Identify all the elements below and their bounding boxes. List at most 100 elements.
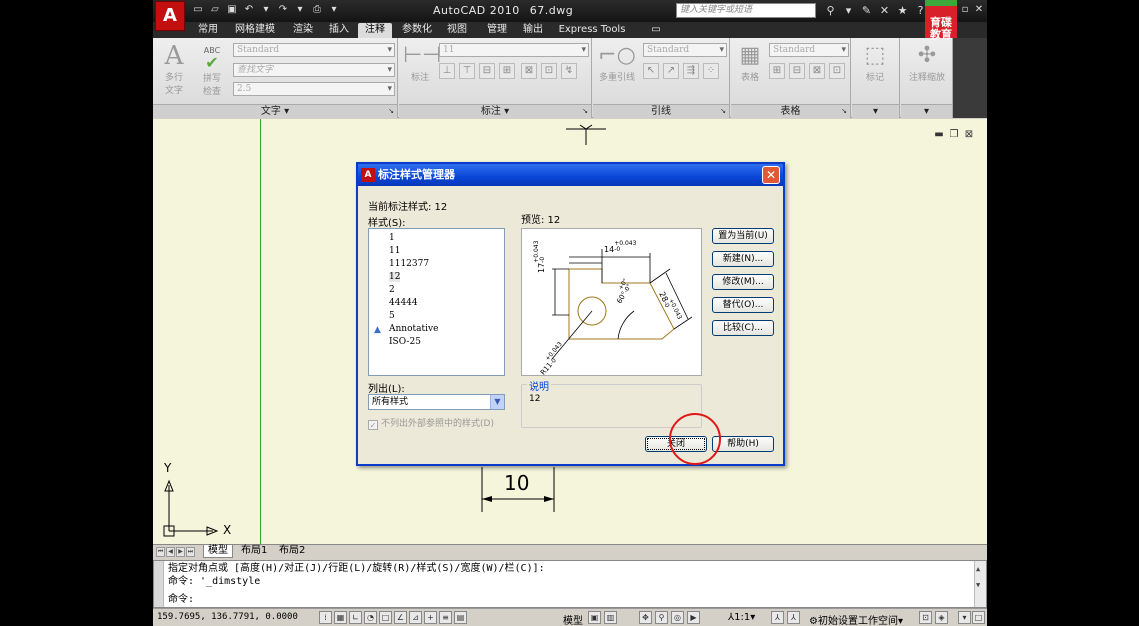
qat-dropdown-icon[interactable]: ▾ [327,3,341,17]
list-filter-select[interactable]: 所有样式 ▼ [368,394,505,410]
command-window-grip[interactable] [154,561,164,607]
prev-layout-icon[interactable]: ◀ [166,547,175,557]
dimension-button[interactable]: ⊢⊣ 标注 [403,42,441,83]
lock-icon[interactable]: ⊡ [919,611,932,624]
table-link-icon[interactable]: ⊞ [769,63,785,79]
model-space-label[interactable]: 模型 [563,612,583,626]
list-item[interactable]: 5 [389,310,504,323]
annotation-scale-button[interactable]: ✣ 注释缩放 [905,42,949,83]
lineweight-icon[interactable]: ≡ [439,611,452,624]
steering-wheel-icon[interactable]: ◎ [671,611,684,624]
list-item[interactable]: ISO-25 [389,336,504,349]
print-icon[interactable]: ⎙ [310,3,324,17]
status-menu-icon[interactable]: ▾ [958,611,971,624]
drawing-close-icon[interactable]: ⊠ [963,129,975,141]
tab-render[interactable]: 渲染 [289,23,317,38]
dialog-launcher-icon[interactable]: ↘ [388,105,394,118]
tab-view[interactable]: 视图 [443,23,471,38]
modify-style-button[interactable]: 修改(M)... [712,274,774,290]
table-style-combo[interactable]: Standard [769,43,849,57]
annotation-scaling-panel-title[interactable]: ▾ [901,104,952,118]
command-scrollbar[interactable]: ▲ ▼ [974,561,986,607]
object-snap-tracking-icon[interactable]: ∠ [394,611,407,624]
new-file-icon[interactable]: ▭ [191,3,205,17]
tab-mesh-modeling[interactable]: 网格建模 [229,23,281,38]
annotation-scale-display[interactable]: ⅄1:1▾ [728,612,755,623]
collect-leader-icon[interactable]: ⁘ [703,63,719,79]
ortho-mode-icon[interactable]: ∟ [349,611,362,624]
close-icon[interactable]: ✕ [973,3,985,17]
chevron-down-icon[interactable]: ▼ [490,395,504,409]
tab-express-tools[interactable]: Express Tools [555,23,629,38]
binoculars-dropdown-icon[interactable]: ▾ [841,3,856,18]
hardware-acceleration-icon[interactable]: ◈ [935,611,948,624]
scroll-down-icon[interactable]: ▼ [976,581,980,589]
redo-icon[interactable]: ↷ [276,3,290,17]
text-style-combo[interactable]: Standard [233,43,395,57]
showmotion-icon[interactable]: ▶ [687,611,700,624]
remove-leader-icon[interactable]: ↗ [663,63,679,79]
text-height-combo[interactable]: 2.5 [233,82,395,96]
binoculars-icon[interactable]: ⚲ [823,3,838,18]
leader-dialog-launcher-icon[interactable]: ↘ [720,105,726,118]
new-style-button[interactable]: 新建(N)... [712,251,774,267]
checkbox-checked-icon[interactable]: ✓ [368,420,378,430]
quick-properties-icon[interactable]: ▤ [454,611,467,624]
spell-check-button[interactable]: ABC ✔ 拼写 检查 [195,42,229,97]
compare-style-button[interactable]: 比较(C)... [712,320,774,336]
open-file-icon[interactable]: ▱ [208,3,222,17]
dynamic-ucs-icon[interactable]: ⊿ [409,611,422,624]
save-icon[interactable]: ▣ [225,3,239,17]
snap-mode-icon[interactable]: ⁞ [319,611,332,624]
dimension-10[interactable]: 10 [480,467,556,512]
dim-baseline-icon[interactable]: ⊤ [459,63,475,79]
tab-output[interactable]: 输出 [519,23,547,38]
command-prompt[interactable]: 命令: [168,593,194,606]
multileader-button[interactable]: ⌐○ 多重引线 [597,42,637,83]
text-panel-title[interactable]: 文字 ▾ ↘ [153,104,397,118]
ribbon-minimize-icon[interactable]: ▭ [649,23,663,38]
coordinate-readout[interactable]: 159.7695, 136.7791, 0.0000 [157,612,298,622]
markup-panel-title[interactable]: ▾ [852,104,899,118]
list-item[interactable]: 1112377 [389,258,504,271]
dimension-dialog-launcher-icon[interactable]: ↘ [582,105,588,118]
styles-list[interactable]: 1 11 1112377 12 2 44444 5 ▲ Annotative IS… [368,228,505,376]
grid-display-icon[interactable]: ▦ [334,611,347,624]
dim-break-icon[interactable]: ⊟ [479,63,495,79]
table-panel-title[interactable]: 表格 ↘ [731,104,850,118]
dim-jog-icon[interactable]: ↯ [561,63,577,79]
tab-model[interactable]: 模型 [203,545,233,558]
dimension-panel-title[interactable]: 标注 ▾ ↘ [399,104,591,118]
markup-button[interactable]: ⬚ 标记 [858,42,892,83]
pan-icon[interactable]: ✥ [639,611,652,624]
application-menu-button[interactable]: A [155,1,185,31]
dialog-close-button[interactable]: ✕ [762,166,780,184]
override-style-button[interactable]: 替代(O)... [712,297,774,313]
dynamic-input-icon[interactable]: + [424,611,437,624]
help-button[interactable]: 帮助(H) [712,436,774,452]
drawing-restore-icon[interactable]: ❐ [948,129,960,141]
leader-panel-title[interactable]: 引线 ↘ [593,104,729,118]
table-extract-icon[interactable]: ⊟ [789,63,805,79]
first-layout-icon[interactable]: ⏮ [156,547,165,557]
favorites-star-icon[interactable]: ★ [895,3,910,18]
tab-home[interactable]: 常用 [193,23,223,38]
table-button[interactable]: ▦ 表格 [733,42,767,83]
annotation-visibility-icon[interactable]: ⅄ [771,611,784,624]
list-item[interactable]: 44444 [389,297,504,310]
align-leader-icon[interactable]: ⇶ [683,63,699,79]
restore-icon[interactable]: ▫ [959,3,971,17]
dim-linear-icon[interactable]: ⊥ [439,63,455,79]
polar-tracking-icon[interactable]: ◔ [364,611,377,624]
command-window[interactable]: 指定对角点或 [高度(H)/对正(J)/行距(L)/旋转(R)/样式(S)/宽度… [153,560,987,608]
quick-view-layouts-icon[interactable]: ▣ [588,611,601,624]
dim-continue-icon[interactable]: ⊞ [499,63,515,79]
wrench-icon[interactable]: ✎ [859,3,874,18]
next-layout-icon[interactable]: ▶ [176,547,185,557]
tab-annotate[interactable]: 注释 [358,23,392,38]
list-item[interactable]: 2 [389,284,504,297]
tab-manage[interactable]: 管理 [483,23,511,38]
undo-icon[interactable]: ↶ [242,3,256,17]
quick-view-drawings-icon[interactable]: ▥ [604,611,617,624]
search-input[interactable]: 键入关键字或短语 [676,3,816,18]
